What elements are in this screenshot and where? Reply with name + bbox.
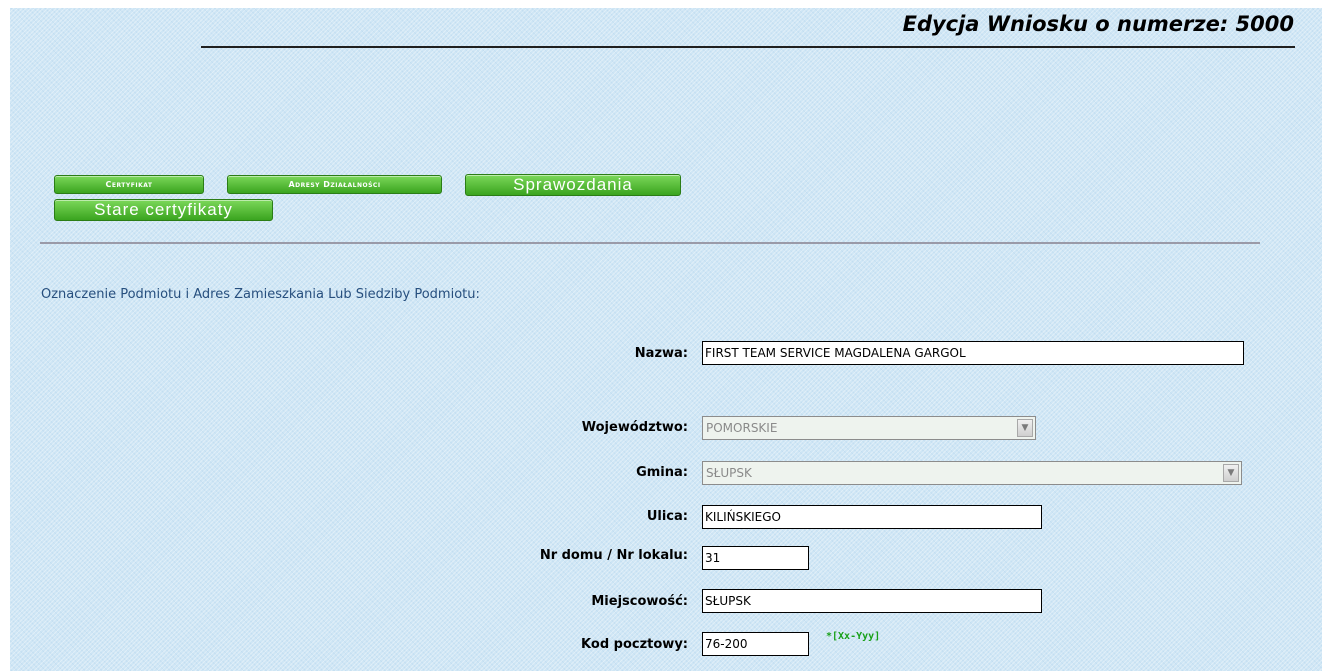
certyfikat-button[interactable]: Certyfikat [54, 175, 204, 194]
kod-pocztowy-hint: *[Xx-Yyy] [826, 631, 881, 642]
nr-domu-label: Nr domu / Nr lokalu: [539, 548, 688, 563]
miejscowosc-label: Miejscowość: [591, 594, 688, 609]
ulica-field[interactable]: KILIŃSKIEGO [702, 505, 1042, 529]
chevron-down-icon[interactable]: ▼ [1017, 419, 1033, 437]
gmina-label: Gmina: [636, 465, 688, 480]
section-heading: Oznaczenie Podmiotu i Adres Zamieszkania… [41, 287, 480, 302]
chevron-down-icon[interactable]: ▼ [1223, 464, 1239, 482]
title-divider [201, 46, 1295, 48]
page-title: Edycja Wniosku o numerze: 5000 [902, 12, 1294, 36]
stare-certyfikaty-button[interactable]: Stare certyfikaty [54, 199, 273, 221]
gmina-select[interactable]: SŁUPSK ▼ [702, 461, 1242, 485]
miejscowosc-field[interactable]: SŁUPSK [702, 589, 1042, 613]
adresy-dzialalnosci-button[interactable]: Adresy Działalności [227, 175, 442, 194]
wojewodztwo-value: POMORSKIE [706, 421, 778, 435]
kod-pocztowy-field[interactable]: 76-200 [702, 632, 809, 656]
section-divider [40, 242, 1260, 244]
nazwa-label: Nazwa: [634, 346, 688, 361]
kod-pocztowy-label: Kod pocztowy: [581, 637, 688, 652]
nr-domu-field[interactable]: 31 [702, 546, 809, 570]
nazwa-field[interactable]: FIRST TEAM SERVICE MAGDALENA GARGOL [702, 341, 1244, 365]
ulica-label: Ulica: [646, 509, 688, 524]
gmina-value: SŁUPSK [706, 466, 752, 480]
wojewodztwo-label: Województwo: [581, 420, 688, 435]
wojewodztwo-select[interactable]: POMORSKIE ▼ [702, 416, 1036, 440]
left-border [0, 0, 10, 671]
sprawozdania-button[interactable]: Sprawozdania [465, 174, 681, 196]
top-border [0, 0, 1322, 8]
